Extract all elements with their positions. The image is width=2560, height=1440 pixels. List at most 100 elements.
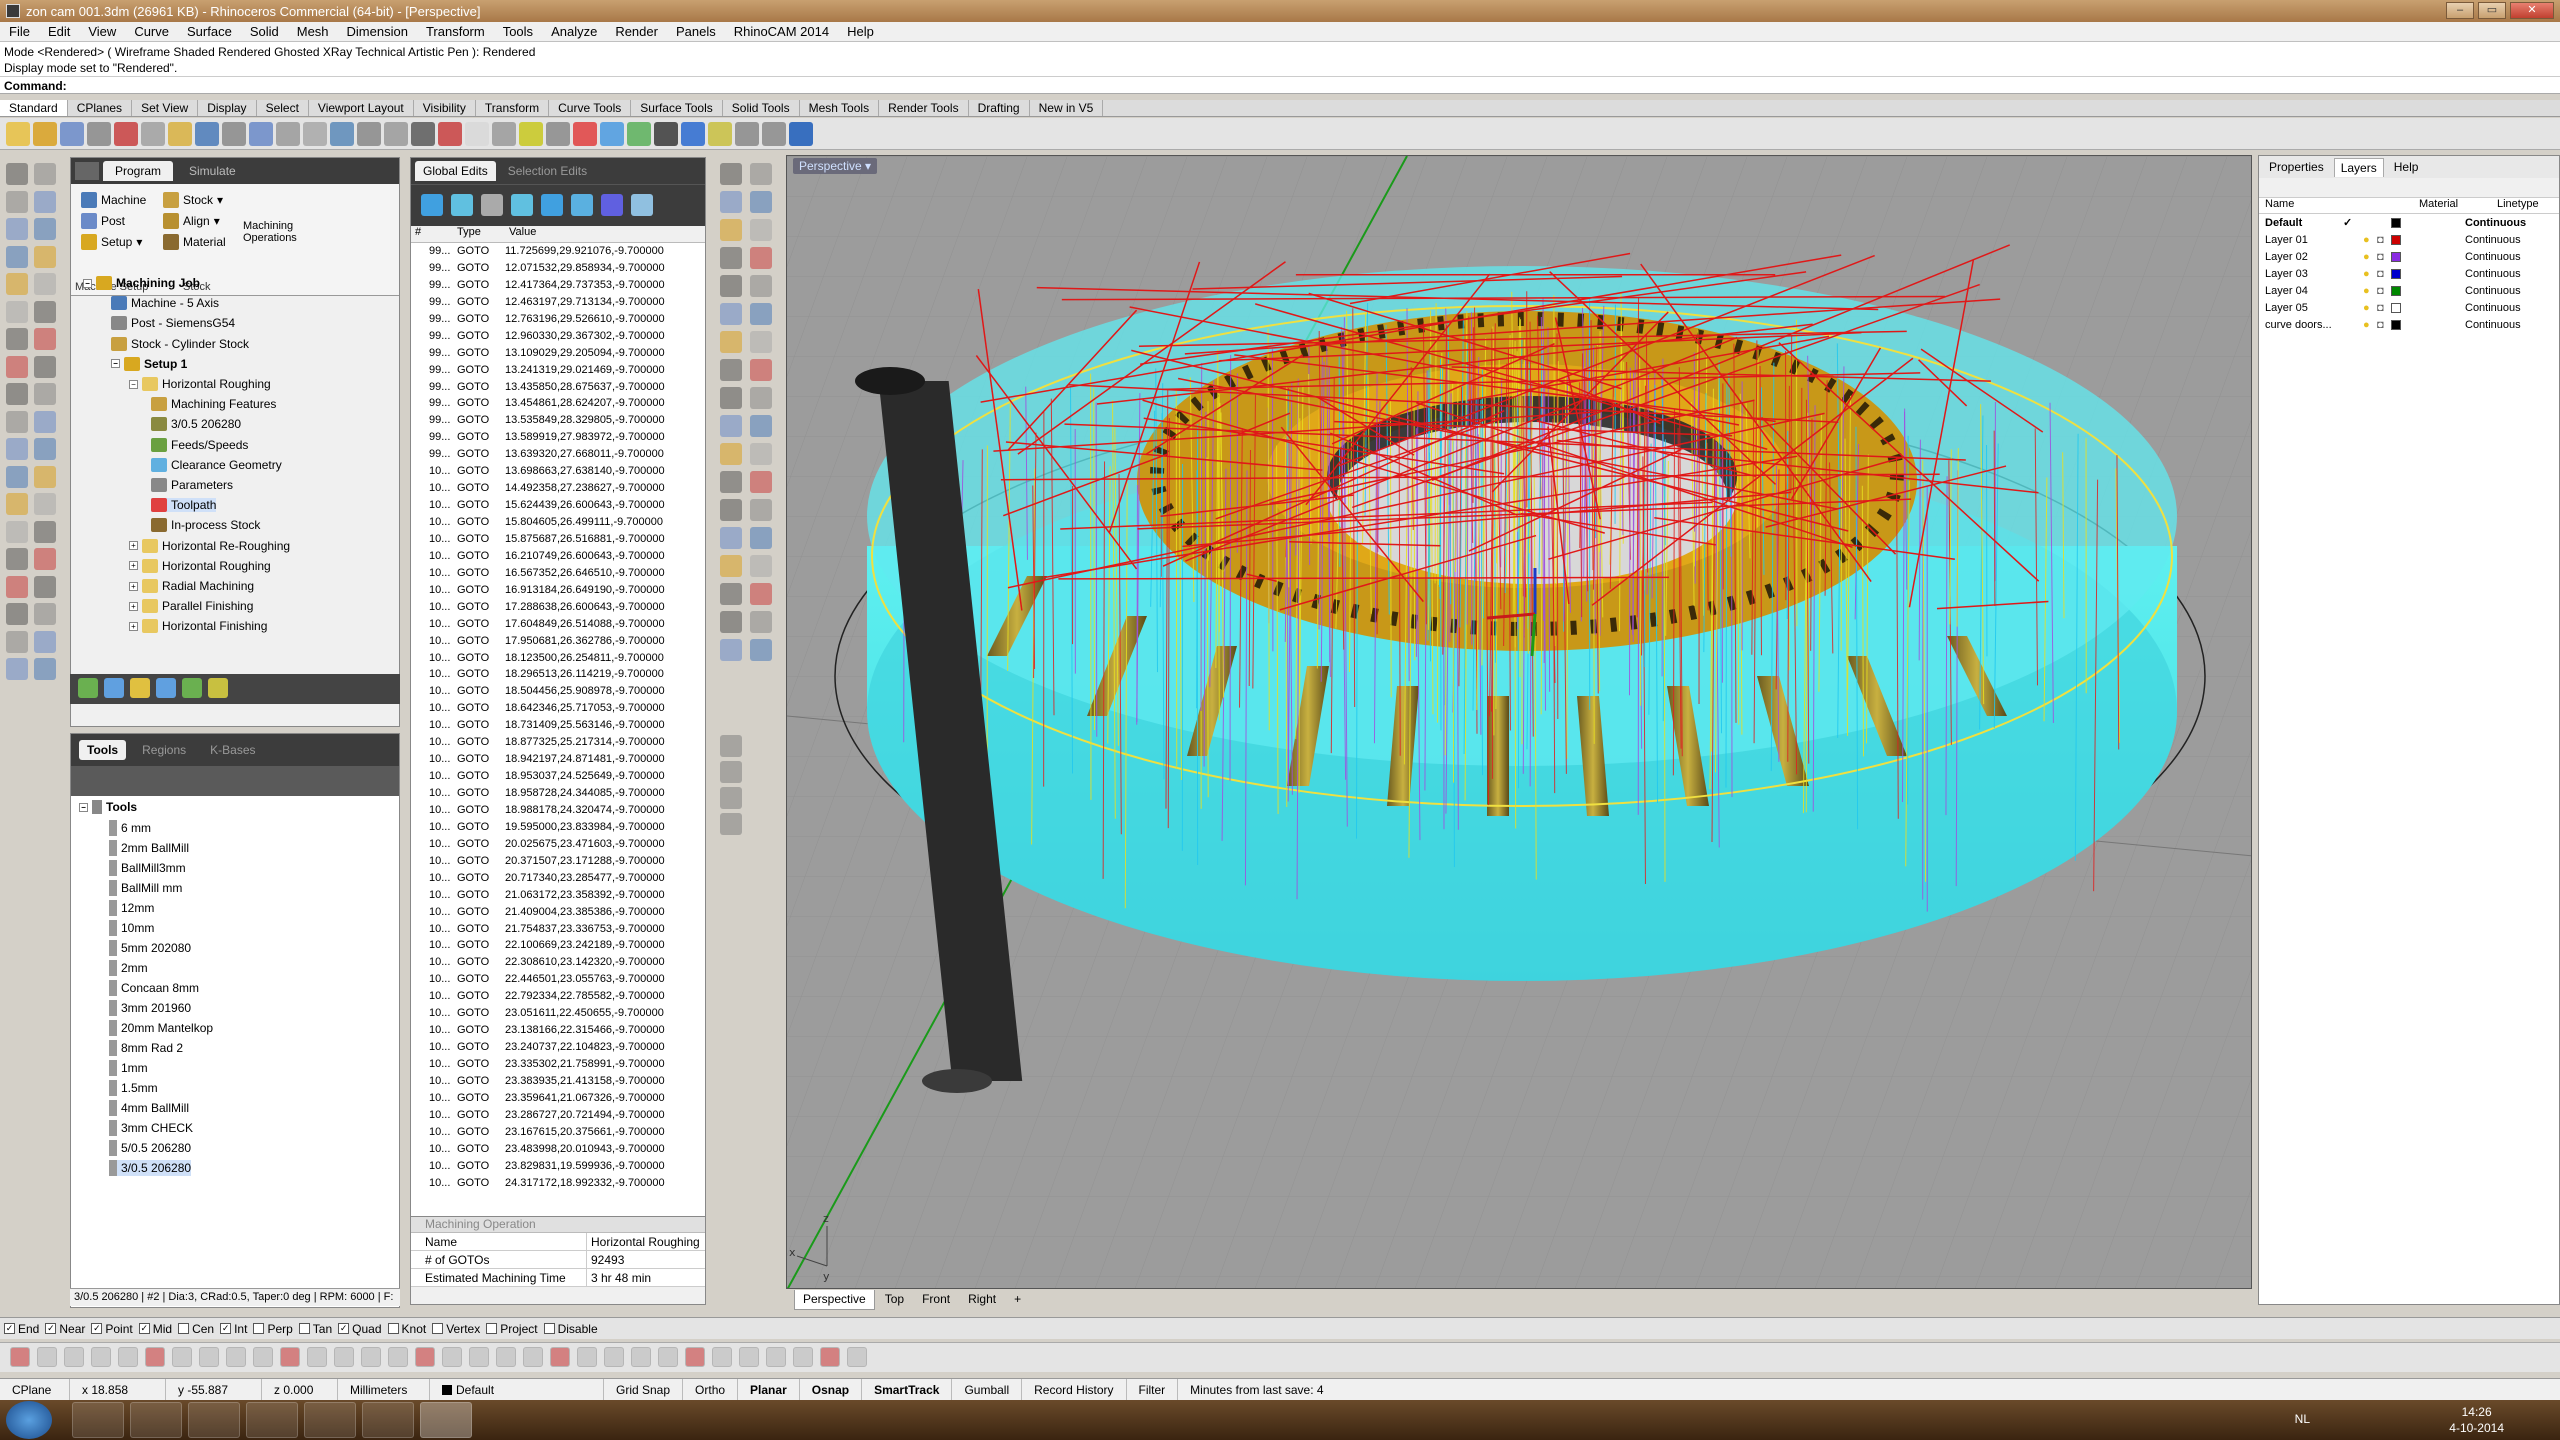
osnap-project-checkbox[interactable]: Project <box>486 1322 538 1336</box>
goto-row[interactable]: 10... GOTO 22.308610,23.142320,-9.700000 <box>411 954 705 971</box>
mid-tool-icon[interactable] <box>750 303 772 325</box>
checkbox-box[interactable]: ✓ <box>338 1323 350 1334</box>
goto-row[interactable]: 10... GOTO 13.698663,27.638140,-9.700000 <box>411 463 705 480</box>
explorer-taskbar-icon[interactable] <box>130 1402 182 1438</box>
goto-row[interactable]: 10... GOTO 23.167615,20.375661,-9.700000 <box>411 1124 705 1141</box>
start-button[interactable] <box>6 1401 52 1439</box>
tool-item[interactable]: 10mm <box>109 920 154 936</box>
drawing-tool-icon[interactable] <box>496 1347 516 1367</box>
osnap-vertex-checkbox[interactable]: Vertex <box>432 1322 480 1336</box>
lock-icon[interactable]: ◘ <box>2377 251 2391 263</box>
goto-row[interactable]: 10... GOTO 23.383935,21.413158,-9.700000 <box>411 1073 705 1090</box>
tool-item[interactable]: 3mm CHECK <box>109 1120 193 1136</box>
osnap-mid-checkbox[interactable]: ✓ Mid <box>138 1322 172 1336</box>
tab-tools[interactable]: Tools <box>79 740 127 760</box>
drawing-tool-icon[interactable] <box>577 1347 597 1367</box>
tool-item[interactable]: 4mm BallMill <box>109 1100 189 1116</box>
left-tool-icon[interactable] <box>6 630 28 653</box>
goto-row[interactable]: 10... GOTO 23.286727,20.721494,-9.700000 <box>411 1107 705 1124</box>
checkbox-box[interactable]: ✓ <box>45 1323 57 1334</box>
toolbar-icon[interactable] <box>276 121 300 146</box>
osnap-toggle[interactable]: Osnap <box>800 1378 863 1401</box>
layer-row[interactable]: Layer 05 ● ◘ Continuous <box>2259 299 2559 316</box>
goto-row[interactable]: 10... GOTO 23.335302,21.758991,-9.700000 <box>411 1056 705 1073</box>
goto-row[interactable]: 10... GOTO 18.504456,25.908978,-9.700000 <box>411 683 705 700</box>
drawing-tool-icon[interactable] <box>172 1347 192 1367</box>
toolbar-tab[interactable]: Transform <box>476 100 550 116</box>
lightbulb-icon[interactable]: ● <box>2363 234 2377 246</box>
rhinocam-icon[interactable] <box>75 162 99 180</box>
drawing-tool-icon[interactable] <box>253 1347 273 1367</box>
layer-color-swatch[interactable] <box>2391 268 2401 279</box>
system-clock[interactable]: 14:26 4-10-2014 <box>2449 1404 2504 1436</box>
mid-tool-icon[interactable] <box>720 331 742 353</box>
mid-tool-icon[interactable] <box>720 303 742 325</box>
close-button[interactable]: ✕ <box>2510 2 2554 19</box>
checkbox-box[interactable]: ✓ <box>4 1323 15 1334</box>
toolbar-icon[interactable] <box>222 121 246 146</box>
checkbox-box[interactable] <box>178 1323 190 1334</box>
goto-row[interactable]: 10... GOTO 18.731409,25.563146,-9.700000 <box>411 717 705 734</box>
goto-row[interactable]: 10... GOTO 22.446501,23.055763,-9.700000 <box>411 971 705 988</box>
expand-toggle-icon[interactable]: − <box>79 802 88 812</box>
mid-tool-icon[interactable] <box>720 761 742 783</box>
smarttrack-toggle[interactable]: SmartTrack <box>862 1378 953 1401</box>
job-tree-node[interactable]: + Radial Machining <box>129 579 254 593</box>
goto-row[interactable]: 10... GOTO 18.877325,25.217314,-9.700000 <box>411 734 705 751</box>
lock-icon[interactable]: ◘ <box>2377 268 2391 280</box>
tool-item[interactable]: 3mm 201960 <box>109 1000 191 1016</box>
rhino-taskbar-icon[interactable] <box>420 1402 472 1438</box>
toolbar-tab[interactable]: Display <box>198 100 257 116</box>
left-tool-icon[interactable] <box>6 218 28 240</box>
goto-row[interactable]: 99... GOTO 13.241319,29.021469,-9.700000 <box>411 362 705 379</box>
viewport-title[interactable]: Perspective ▾ <box>793 158 878 174</box>
drawing-tool-icon[interactable] <box>64 1347 84 1367</box>
menu-item[interactable]: Curve <box>125 24 178 39</box>
toolbar-tab[interactable]: Solid Tools <box>723 100 800 116</box>
menu-item[interactable]: Surface <box>178 24 241 39</box>
left-tool-icon[interactable] <box>34 273 56 295</box>
goto-row[interactable]: 99... GOTO 12.463197,29.713134,-9.700000 <box>411 294 705 311</box>
goto-row[interactable]: 10... GOTO 16.567352,26.646510,-9.700000 <box>411 565 705 582</box>
left-tool-icon[interactable] <box>34 300 56 323</box>
drawing-tool-icon[interactable] <box>37 1347 57 1367</box>
toolbar-tab[interactable]: Visibility <box>414 100 476 116</box>
job-tree-node[interactable]: − Horizontal Roughing <box>129 377 271 391</box>
toolbar-icon[interactable] <box>195 121 219 146</box>
lightbulb-icon[interactable]: ● <box>2363 302 2377 314</box>
left-tool-icon[interactable] <box>6 520 28 543</box>
operation-toolbar-icon[interactable] <box>208 678 228 698</box>
planar-toggle[interactable]: Planar <box>738 1378 800 1401</box>
toolbar-icon[interactable] <box>141 121 165 146</box>
perspective-viewport[interactable]: z x y Perspective ▾ <box>786 155 2252 1289</box>
checkbox-box[interactable] <box>486 1323 498 1334</box>
osnap-near-checkbox[interactable]: ✓ Near <box>45 1322 85 1336</box>
goto-row[interactable]: 10... GOTO 20.025675,23.471603,-9.700000 <box>411 836 705 853</box>
goto-row[interactable]: 10... GOTO 21.063172,23.358392,-9.700000 <box>411 887 705 904</box>
goto-row[interactable]: 10... GOTO 20.371507,23.171288,-9.700000 <box>411 853 705 870</box>
layer-color-swatch[interactable] <box>2391 319 2401 330</box>
drawing-tool-icon[interactable] <box>388 1347 408 1367</box>
goto-table-body[interactable]: 99... GOTO 11.725699,29.921076,-9.700000 99… <box>411 243 705 1203</box>
left-tool-icon[interactable] <box>34 603 56 625</box>
layer-color-swatch[interactable] <box>2391 217 2401 228</box>
left-tool-icon[interactable] <box>6 575 28 598</box>
drawing-tool-icon[interactable] <box>118 1347 138 1367</box>
checkbox-box[interactable] <box>432 1323 444 1334</box>
goto-edit-icon[interactable] <box>511 194 533 216</box>
job-tree-node[interactable]: Machine - 5 Axis <box>111 296 219 311</box>
drawing-tool-icon[interactable] <box>307 1347 327 1367</box>
tool-item[interactable]: BallMill3mm <box>109 860 186 876</box>
menu-item[interactable]: Render <box>606 24 667 39</box>
osnap-point-checkbox[interactable]: ✓ Point <box>91 1322 133 1336</box>
goto-row[interactable]: 10... GOTO 20.717340,23.285477,-9.700000 <box>411 870 705 887</box>
drawing-tool-icon[interactable] <box>820 1347 840 1367</box>
left-tool-icon[interactable] <box>34 355 56 378</box>
mid-tool-icon[interactable] <box>720 415 742 437</box>
menu-item[interactable]: Solid <box>241 24 288 39</box>
drawing-tool-icon[interactable] <box>766 1347 786 1367</box>
mid-tool-icon[interactable] <box>750 471 772 493</box>
left-tool-icon[interactable] <box>6 603 28 625</box>
tool-item[interactable]: 20mm Mantelkop <box>109 1020 213 1036</box>
lightbulb-icon[interactable]: ● <box>2363 268 2377 280</box>
